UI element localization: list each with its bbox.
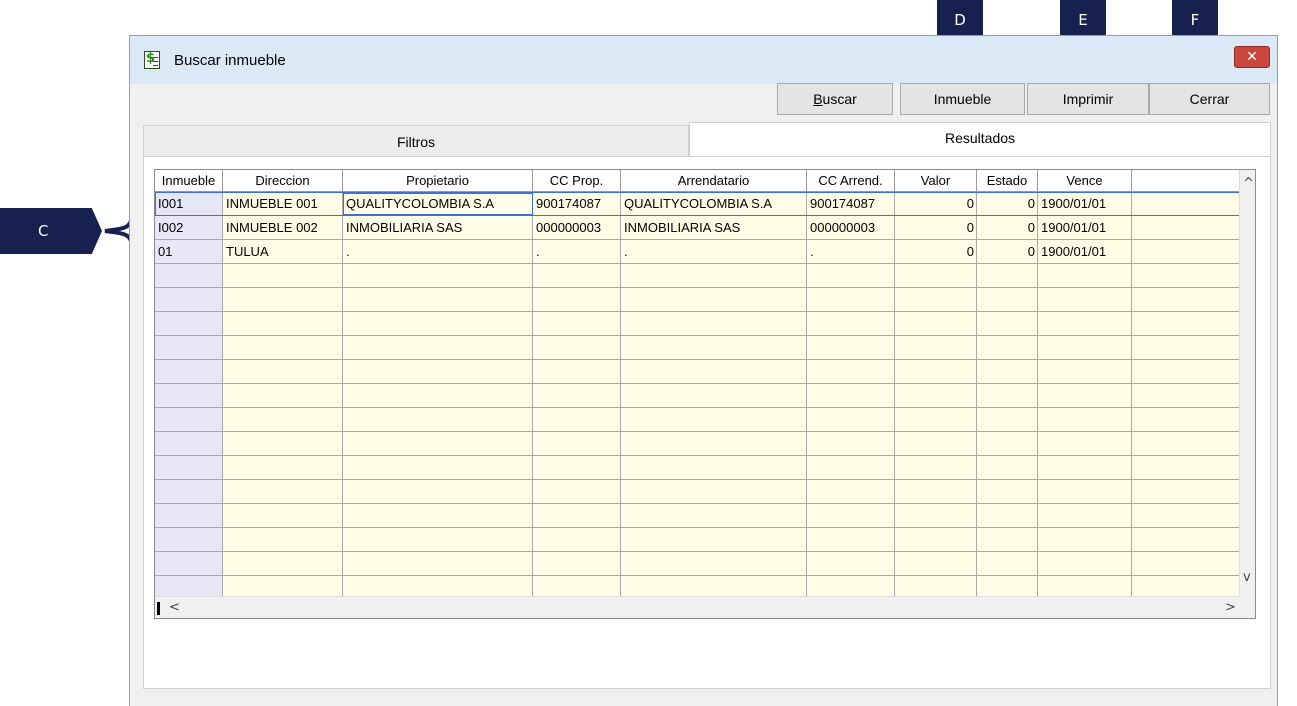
current-cell-outline xyxy=(343,193,533,215)
grid-row-line xyxy=(155,503,1241,504)
results-panel: Inmueble Direccion Propietario CC Prop. Arre… xyxy=(143,156,1271,689)
table-cell[interactable]: 1900/01/01 xyxy=(1038,240,1132,264)
column-header[interactable]: Inmueble xyxy=(155,170,223,192)
table-cell[interactable]: . xyxy=(533,240,621,264)
buscar-button[interactable]: Buscar xyxy=(777,83,893,115)
table-cell[interactable]: INMOBILIARIA SAS xyxy=(621,216,807,240)
app-dollar-icon: $ xyxy=(144,51,160,69)
title-bar: $ Buscar inmueble ✕ xyxy=(130,36,1277,84)
grid-row-line xyxy=(155,575,1241,576)
callout-c: C xyxy=(0,208,102,254)
table-cell[interactable]: 0 xyxy=(977,216,1038,240)
scroll-down-icon[interactable]: v xyxy=(1243,570,1251,585)
scroll-up-icon[interactable]: ^ xyxy=(1243,176,1254,191)
buscar-access-key: B xyxy=(813,91,823,107)
grid-row-line xyxy=(155,455,1241,456)
inmueble-button[interactable]: Inmueble xyxy=(900,83,1025,115)
window-title: Buscar inmueble xyxy=(174,52,286,69)
grid-row-line xyxy=(155,311,1241,312)
cerrar-button[interactable]: Cerrar xyxy=(1149,83,1270,115)
column-header[interactable]: Valor xyxy=(895,170,977,192)
table-cell[interactable]: . xyxy=(807,240,895,264)
grid-row-line xyxy=(155,287,1241,288)
grid-row-line xyxy=(155,407,1241,408)
search-window: $ Buscar inmueble ✕ Buscar Inmueble Impr… xyxy=(129,35,1278,706)
scrollbar-corner xyxy=(1239,596,1255,618)
table-cell[interactable]: 0 xyxy=(895,240,977,264)
buscar-label: uscar xyxy=(822,91,857,107)
table-cell[interactable]: 01 xyxy=(155,240,223,264)
grid-row-line xyxy=(155,551,1241,552)
table-cell[interactable]: 0 xyxy=(895,216,977,240)
column-header[interactable]: Vence xyxy=(1038,170,1132,192)
table-cell[interactable]: 000000003 xyxy=(533,216,621,240)
table-row[interactable]: I002 INMUEBLE 002 INMOBILIARIA SAS 00000000… xyxy=(155,216,1241,240)
table-cell[interactable]: . xyxy=(343,240,533,264)
table-cell[interactable]: TULUA xyxy=(223,240,343,264)
scroll-left-icon[interactable]: < xyxy=(169,600,180,615)
grid-row-line xyxy=(155,527,1241,528)
imprimir-button[interactable]: Imprimir xyxy=(1027,83,1149,115)
column-header[interactable]: CC Prop. xyxy=(533,170,621,192)
column-header[interactable]: Propietario xyxy=(343,170,533,192)
table-cell[interactable]: 0 xyxy=(977,240,1038,264)
scroll-right-icon[interactable]: > xyxy=(1225,600,1236,615)
tab-resultados[interactable]: Resultados xyxy=(689,122,1271,157)
table-cell[interactable]: I002 xyxy=(155,216,223,240)
table-row[interactable]: 01 TULUA.... 0 0 1900/01/01 xyxy=(155,240,1241,264)
grid-row-line xyxy=(155,383,1241,384)
table-cell[interactable]: INMOBILIARIA SAS xyxy=(343,216,533,240)
horizontal-scrollbar[interactable]: < > xyxy=(155,596,1241,618)
row-marker-icon xyxy=(157,602,160,615)
table-cell[interactable]: 000000003 xyxy=(807,216,895,240)
table-cell[interactable]: . xyxy=(621,240,807,264)
column-header[interactable]: Direccion xyxy=(223,170,343,192)
grid-row-line xyxy=(155,479,1241,480)
column-header[interactable]: Estado xyxy=(977,170,1038,192)
table-cell[interactable]: INMUEBLE 002 xyxy=(223,216,343,240)
vertical-scrollbar[interactable]: ^ v xyxy=(1239,170,1255,596)
grid-row-line xyxy=(155,359,1241,360)
selected-row-outline xyxy=(155,192,1241,216)
grid-row-line xyxy=(155,431,1241,432)
results-grid[interactable]: Inmueble Direccion Propietario CC Prop. Arre… xyxy=(154,169,1256,619)
column-header-filler xyxy=(1132,170,1241,192)
column-header[interactable]: CC Arrend. xyxy=(807,170,895,192)
grid-row-line xyxy=(155,335,1241,336)
close-icon[interactable]: ✕ xyxy=(1234,46,1270,68)
tab-filtros[interactable]: Filtros xyxy=(143,125,689,157)
table-cell[interactable]: 1900/01/01 xyxy=(1038,216,1132,240)
column-header[interactable]: Arrendatario xyxy=(621,170,807,192)
